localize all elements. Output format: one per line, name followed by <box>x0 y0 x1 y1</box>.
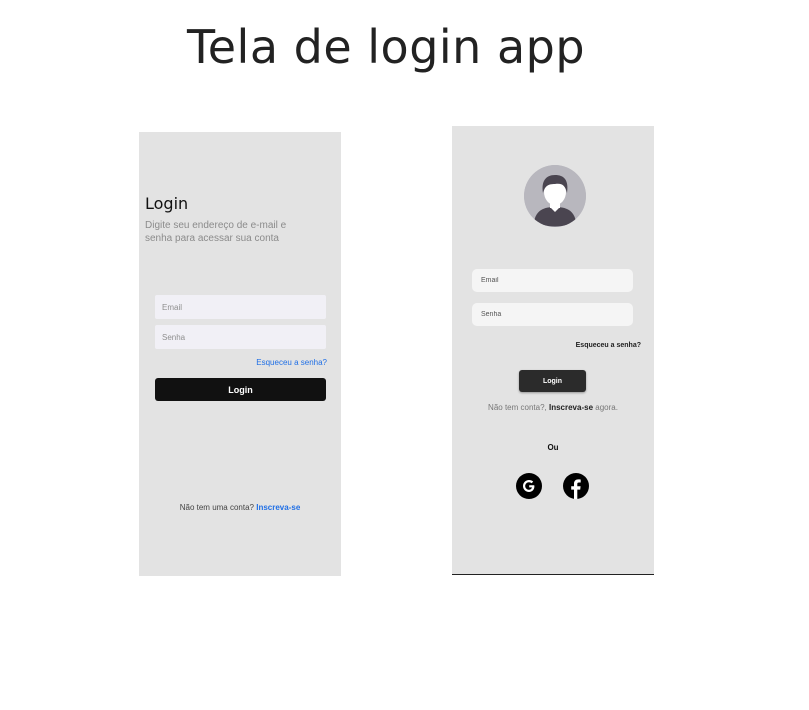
user-avatar-icon <box>524 165 586 227</box>
signup-link[interactable]: Inscreva-se <box>256 503 300 512</box>
page-title: Tela de login app <box>186 20 586 74</box>
login-button-2[interactable]: Login <box>519 370 586 392</box>
password-field[interactable] <box>155 325 326 349</box>
facebook-icon[interactable] <box>563 473 589 499</box>
signup-row-2: Não tem conta?, Inscreva-se agora. <box>452 403 654 412</box>
signup-prompt: Não tem uma conta? <box>179 503 254 512</box>
signup-prompt-2: Não tem conta?, <box>488 403 547 412</box>
email-field-2[interactable] <box>472 269 633 292</box>
signup-link-2[interactable]: Inscreva-se <box>549 403 593 412</box>
login-heading: Login <box>145 194 189 213</box>
forgot-password-link[interactable]: Esqueceu a senha? <box>256 358 327 367</box>
signup-row: Não tem uma conta? Inscreva-se <box>139 503 341 512</box>
login-screen-1: Login Digite seu endereço de e-mail e se… <box>139 132 341 576</box>
login-button[interactable]: Login <box>155 378 326 401</box>
email-field[interactable] <box>155 295 326 319</box>
google-icon[interactable] <box>516 473 542 499</box>
or-divider-label: Ou <box>547 443 559 452</box>
forgot-password-link-2[interactable]: Esqueceu a senha? <box>576 342 641 349</box>
password-field-2[interactable] <box>472 303 633 326</box>
signup-suffix: agora. <box>595 403 618 412</box>
login-subtitle: Digite seu endereço de e-mail e senha pa… <box>145 220 287 244</box>
login-screen-2: Esqueceu a senha? Login Não tem conta?, … <box>452 126 654 575</box>
